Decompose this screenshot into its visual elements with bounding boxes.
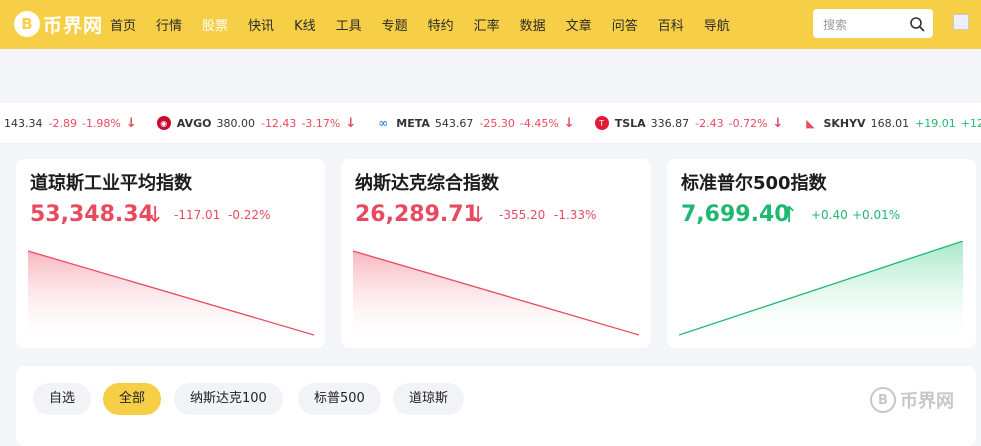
nav-item-topics[interactable]: 专题 xyxy=(382,15,408,34)
main-nav: 首页 行情 股票 快讯 K线 工具 专题 特约 汇率 数据 文章 问答 百科 导… xyxy=(110,0,750,49)
ticker-symbol: META xyxy=(396,116,430,130)
index-value: 53,348.34 xyxy=(30,202,154,227)
nav-item-data[interactable]: 数据 xyxy=(520,15,546,34)
ticker-item[interactable]: ◉ AVGO 380.00 -12.43 -3.17% ↓ xyxy=(156,115,357,131)
ticker-item[interactable]: ◣ SKHYV 168.01 +19.01 +12.76% ↑ xyxy=(803,116,981,131)
index-title: 道琼斯工业平均指数 xyxy=(30,173,192,194)
filter-chip-nasdaq100[interactable]: 纳斯达克100 xyxy=(174,383,283,415)
nav-item-directory[interactable]: 导航 xyxy=(704,15,730,34)
meta-logo-icon: ∞ xyxy=(378,116,389,130)
bitcoin-logo-icon: B xyxy=(14,11,40,37)
skhynix-logo-icon: ◣ xyxy=(806,116,815,130)
nav-item-wiki[interactable]: 百科 xyxy=(658,15,684,34)
watermark-text: 币界网 xyxy=(900,391,954,412)
index-sparkline xyxy=(28,250,314,339)
nav-item-stocks[interactable]: 股票 xyxy=(202,15,228,34)
ticker-change: +19.01 xyxy=(915,116,956,130)
site-logo[interactable]: B 币界网 xyxy=(14,9,103,39)
logo-text: 币界网 xyxy=(43,14,104,37)
broadcom-logo-icon: ◉ xyxy=(156,116,171,130)
index-card-nasdaq[interactable]: 纳斯达克综合指数 26,289.71 ↓ -355.20 -1.33% xyxy=(341,159,651,348)
user-avatar[interactable] xyxy=(953,14,969,30)
ticker-change: -12.43 xyxy=(260,116,297,130)
arrow-down-icon: ↓ xyxy=(563,115,575,131)
ticker-percent: -0.72% xyxy=(728,116,768,130)
ticker-item[interactable]: T TSLA 336.87 -2.43 -0.72% ↓ xyxy=(594,115,784,131)
ticker-percent: -4.45% xyxy=(519,116,559,130)
ticker-percent: +12.76% xyxy=(960,116,981,130)
arrow-down-icon: ↓ xyxy=(772,115,784,131)
search-box xyxy=(813,9,933,40)
arrow-up-icon: ↑ xyxy=(780,203,799,228)
search-icon[interactable] xyxy=(909,16,925,32)
arrow-down-icon: ↓ xyxy=(146,203,165,228)
nav-item-home[interactable]: 首页 xyxy=(110,15,136,34)
arrow-down-icon: ↓ xyxy=(125,115,137,131)
index-value: 26,289.71 xyxy=(355,202,479,227)
ticker-percent: -1.98% xyxy=(81,116,121,130)
tesla-logo-icon: T xyxy=(594,116,609,130)
index-percent: +0.01% xyxy=(852,208,901,222)
filter-chip-sp500[interactable]: 标普500 xyxy=(298,383,381,415)
bitcoin-logo-icon: B xyxy=(870,387,896,413)
index-change: +0.40 xyxy=(811,208,848,222)
arrow-down-icon: ↓ xyxy=(469,203,488,228)
index-sparkline xyxy=(679,241,964,339)
search-input[interactable] xyxy=(821,9,905,40)
index-percent: -0.22% xyxy=(228,208,271,222)
ticker-price: 168.01 xyxy=(870,116,910,130)
ticker-symbol: AVGO xyxy=(176,116,212,130)
filter-chip-all[interactable]: 全部 xyxy=(103,383,162,415)
nav-item-qa[interactable]: 问答 xyxy=(612,15,638,34)
ticker-percent: -3.17% xyxy=(301,116,341,130)
ticker-item[interactable]: ∞ META 543.67 -25.30 -4.45% ↓ xyxy=(376,116,574,131)
index-percent: -1.33% xyxy=(554,208,597,222)
index-change: -117.01 xyxy=(174,208,221,222)
filter-chip-watchlist[interactable]: 自选 xyxy=(33,383,92,415)
arrow-down-icon: ↓ xyxy=(345,115,357,131)
index-change: -355.20 xyxy=(499,208,546,222)
index-card-sp500[interactable]: 标准普尔500指数 7,699.40 ↑ +0.40 +0.01% xyxy=(667,159,976,348)
stock-ticker: 143.34 -2.89 -1.98% ↓ ◉ AVGO 380.00 -12.… xyxy=(0,103,981,144)
index-sparkline xyxy=(353,250,639,339)
ticker-change: -2.89 xyxy=(48,116,77,130)
nav-item-tools[interactable]: 工具 xyxy=(336,15,362,34)
watermark-logo: B 币界网 xyxy=(870,387,954,413)
ticker-price: 336.87 xyxy=(650,116,690,130)
filter-chip-dow-jones[interactable]: 道琼斯 xyxy=(393,383,465,415)
ticker-price: 543.67 xyxy=(434,116,474,130)
nav-item-flash-news[interactable]: 快讯 xyxy=(248,15,274,34)
top-header: B 币界网 首页 行情 股票 快讯 K线 工具 专题 特约 汇率 数据 文章 问… xyxy=(0,0,981,49)
ticker-symbol: TSLA xyxy=(614,116,646,130)
nav-item-market[interactable]: 行情 xyxy=(156,15,182,34)
filter-panel: 自选 全部 纳斯达克100 标普500 道琼斯 xyxy=(16,366,976,446)
index-value: 7,699.40 xyxy=(681,202,790,227)
nav-item-kline[interactable]: K线 xyxy=(294,15,316,34)
ticker-price: 143.34 xyxy=(4,116,43,130)
ticker-change: -2.43 xyxy=(695,116,724,130)
ticker-price: 380.00 xyxy=(216,116,255,130)
ticker-change: -25.30 xyxy=(479,116,515,130)
ticker-symbol: SKHYV xyxy=(823,116,866,130)
nav-item-featured[interactable]: 特约 xyxy=(428,15,454,34)
index-title: 纳斯达克综合指数 xyxy=(355,173,499,194)
nav-item-exchange-rate[interactable]: 汇率 xyxy=(474,15,500,34)
nav-item-articles[interactable]: 文章 xyxy=(566,15,592,34)
index-card-dow-jones[interactable]: 道琼斯工业平均指数 53,348.34 ↓ -117.01 -0.22% xyxy=(16,159,325,348)
ticker-item[interactable]: 143.34 -2.89 -1.98% ↓ xyxy=(4,116,137,131)
index-title: 标准普尔500指数 xyxy=(681,173,827,194)
